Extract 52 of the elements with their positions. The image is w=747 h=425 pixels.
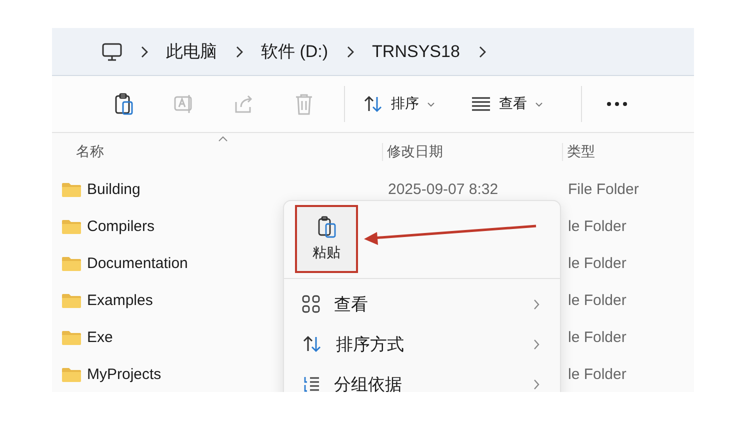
chevron-right-icon xyxy=(346,46,354,58)
breadcrumb-item[interactable]: 此电脑 xyxy=(166,40,217,63)
breadcrumb-item[interactable]: 软件 (D:) xyxy=(261,40,328,63)
lines-icon xyxy=(471,97,491,111)
folder-name[interactable]: MyProjects xyxy=(87,366,162,383)
sort-icon xyxy=(302,335,322,353)
type-cell-text: le Folder xyxy=(567,292,626,309)
folder-icon xyxy=(62,256,81,271)
folder-name[interactable]: Compilers xyxy=(87,218,155,235)
rename-icon[interactable] xyxy=(173,92,195,116)
sort-button[interactable]: 排序 xyxy=(355,91,443,117)
chevron-down-icon xyxy=(427,102,435,106)
menu-item[interactable]: 分组依据 xyxy=(284,364,560,392)
column-header[interactable]: 类型 xyxy=(562,143,694,161)
chevron-right-icon xyxy=(533,338,540,350)
type-cell-text: le Folder xyxy=(567,218,626,235)
monitor-icon xyxy=(102,42,122,60)
chevron-right-icon xyxy=(533,378,540,390)
date-cell-text: 2025-09-07 8:32 xyxy=(387,181,498,198)
folder-icon xyxy=(62,293,81,308)
list-icon xyxy=(302,375,320,392)
type-cell-text: le Folder xyxy=(567,329,626,346)
folder-name[interactable]: Examples xyxy=(87,292,153,309)
chevron-down-icon xyxy=(535,102,543,106)
chevron-right-icon xyxy=(533,298,540,310)
type-cell-text: le Folder xyxy=(567,366,626,383)
chevron-right-icon xyxy=(235,46,243,58)
more-icon[interactable] xyxy=(606,101,628,107)
folder-name[interactable]: Documentation xyxy=(87,255,188,272)
clipboard-icon xyxy=(318,216,336,238)
column-header[interactable]: 修改日期 xyxy=(382,143,562,161)
grid-icon xyxy=(302,295,320,313)
type-cell-text: File Folder xyxy=(567,181,639,198)
folder-icon xyxy=(62,182,81,197)
trash-icon[interactable] xyxy=(293,92,315,116)
sort-caret-icon xyxy=(218,136,228,142)
menu-item[interactable]: 排序方式 xyxy=(284,324,560,364)
view-button[interactable]: 查看 xyxy=(463,91,551,117)
type-cell-text: le Folder xyxy=(567,255,626,272)
folder-name[interactable]: Building xyxy=(87,181,140,198)
folder-icon xyxy=(62,330,81,345)
chevron-right-icon xyxy=(478,46,486,58)
column-header[interactable]: 名称 xyxy=(52,143,382,161)
breadcrumb-item[interactable]: TRNSYS18 xyxy=(372,42,460,62)
chevron-right-icon xyxy=(140,46,148,58)
sort-icon xyxy=(363,95,383,113)
clipboard-icon[interactable] xyxy=(113,92,135,116)
paste-button[interactable]: 粘贴 xyxy=(295,205,358,273)
folder-icon xyxy=(62,367,81,382)
folder-name[interactable]: Exe xyxy=(87,329,113,346)
menu-item[interactable]: 查看 xyxy=(284,284,560,324)
folder-icon xyxy=(62,219,81,234)
